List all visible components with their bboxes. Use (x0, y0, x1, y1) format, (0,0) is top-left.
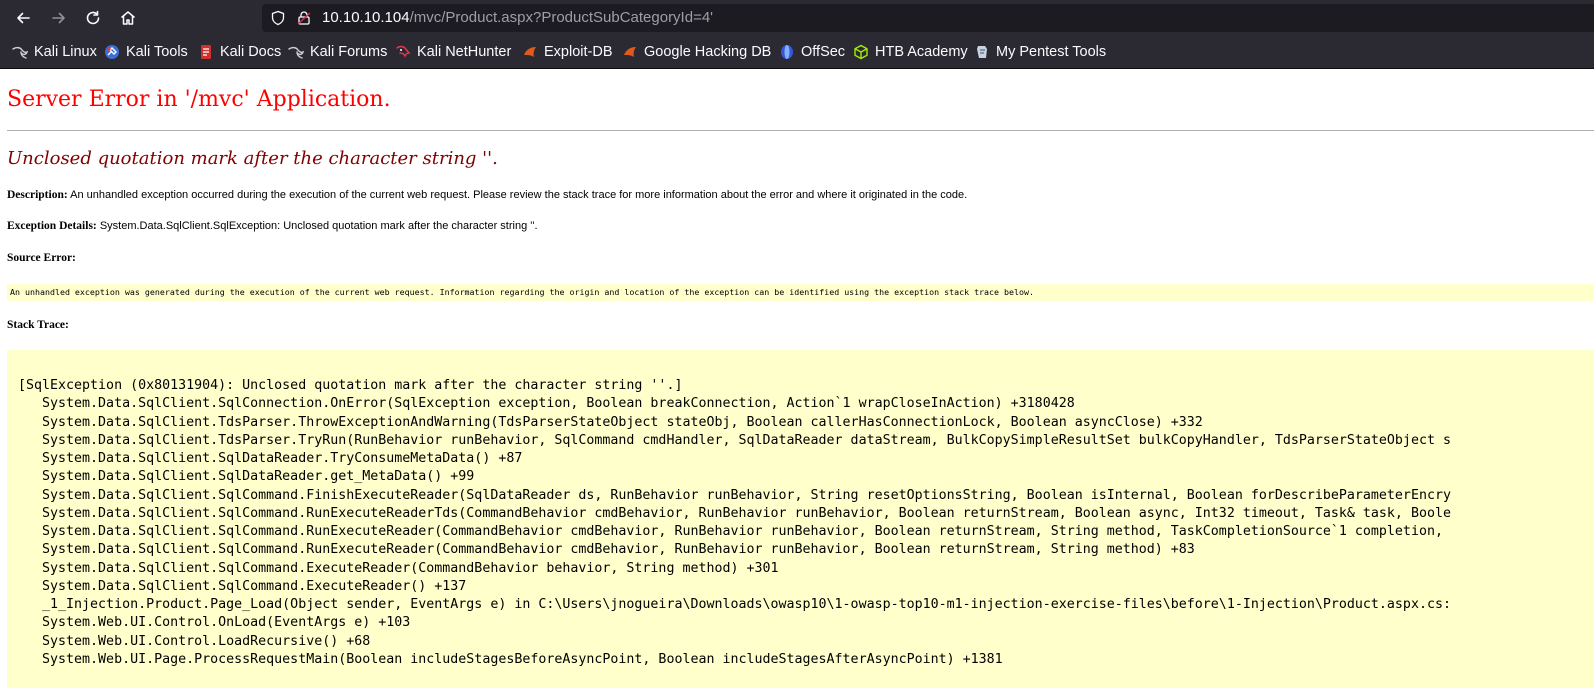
reload-icon (86, 10, 100, 25)
tracking-shield-icon[interactable] (270, 10, 286, 26)
arrow-right-icon (52, 12, 65, 24)
bookmark-offsec[interactable]: OffSec (779, 43, 845, 61)
stack-trace-line: System.Data.SqlClient.TdsParser.TryRun(R… (18, 432, 1451, 448)
kali-dragon-icon (288, 46, 304, 59)
bookmark-label: Kali Tools (126, 44, 188, 60)
bookmark-label: Google Hacking DB (644, 44, 772, 60)
source-error-box: An unhandled exception was generated dur… (7, 284, 1594, 301)
bookmark-label: Kali Forums (310, 44, 388, 60)
bookmark-google-hacking-db[interactable]: Google Hacking DB (622, 43, 771, 61)
htb-cube-icon (854, 44, 868, 60)
bookmark-label: Kali Linux (34, 44, 97, 60)
nethunter-icon (396, 45, 411, 58)
pentest-tools-icon (977, 46, 987, 58)
bookmark-kali-tools[interactable]: Kali Tools (104, 43, 188, 61)
stack-trace-line: System.Data.SqlClient.SqlCommand.RunExec… (18, 505, 1451, 521)
bookmarks-toolbar: Kali Linux Kali Tools Kali Docs Kali For… (0, 36, 1594, 69)
stack-trace-line: System.Data.SqlClient.SqlCommand.Execute… (18, 578, 467, 594)
ghdb-icon (624, 47, 636, 57)
source-error-label: Source Error: (7, 252, 76, 264)
stack-trace-line: System.Data.SqlClient.SqlCommand.RunExec… (18, 542, 1195, 558)
exception-details-text: System.Data.SqlClient.SqlException: Uncl… (96, 220, 538, 232)
bookmark-label: Kali NetHunter (417, 44, 512, 60)
description-paragraph: Description: An unhandled exception occu… (7, 189, 967, 201)
exploit-db-icon (524, 47, 536, 57)
exception-details-paragraph: Exception Details: System.Data.SqlClient… (7, 220, 538, 232)
home-button[interactable] (115, 5, 141, 31)
kali-tools-icon (105, 45, 119, 59)
url-text[interactable]: 10.10.10.104/mvc/Product.aspx?ProductSub… (322, 9, 713, 27)
stack-trace-box: [SqlException (0x80131904): Unclosed quo… (7, 350, 1594, 688)
bookmark-kali-forums[interactable]: Kali Forums (288, 43, 387, 61)
description-label: Description: (7, 189, 68, 201)
address-bar[interactable]: 10.10.10.104/mvc/Product.aspx?ProductSub… (262, 4, 1594, 32)
bookmark-exploit-db[interactable]: Exploit-DB (522, 43, 613, 61)
bookmark-label: My Pentest Tools (996, 44, 1107, 60)
offsec-icon (781, 45, 793, 59)
stack-trace-heading: Stack Trace: (7, 319, 69, 331)
stack-trace-line: [SqlException (0x80131904): Unclosed quo… (18, 378, 683, 393)
bookmark-htb-academy[interactable]: HTB Academy (853, 43, 968, 61)
url-path: /mvc/Product.aspx?ProductSubCategoryId=4… (409, 9, 714, 26)
browser-toolbar: 10.10.10.104/mvc/Product.aspx?ProductSub… (0, 0, 1594, 36)
bookmark-label: OffSec (801, 44, 846, 60)
bookmark-my-pentest-tools[interactable]: My Pentest Tools (974, 43, 1106, 61)
url-host: 10.10.10.104 (322, 9, 410, 26)
arrow-left-icon (17, 12, 30, 24)
stack-trace-line: System.Data.SqlClient.SqlDataReader.TryC… (18, 451, 523, 466)
home-icon (121, 11, 135, 25)
bookmark-label: Exploit-DB (544, 44, 613, 60)
stack-trace-line: System.Data.SqlClient.SqlCommand.Execute… (18, 560, 779, 576)
insecure-lock-icon[interactable] (296, 10, 312, 26)
bookmark-kali-docs[interactable]: Kali Docs (198, 43, 281, 61)
stack-trace-label: Stack Trace: (7, 319, 69, 331)
stack-trace-line: System.Data.SqlClient.SqlCommand.RunExec… (18, 524, 1443, 539)
exception-details-label: Exception Details: (7, 220, 97, 232)
kali-docs-icon (201, 45, 211, 59)
stack-trace-line: _1_Injection.Product.Page_Load(Object se… (18, 597, 1451, 612)
reload-button[interactable] (80, 5, 106, 31)
stack-trace-line: System.Data.SqlClient.SqlDataReader.get_… (18, 469, 475, 485)
stack-trace-line: System.Data.SqlClient.SqlCommand.FinishE… (18, 487, 1451, 503)
bookmark-kali-linux[interactable]: Kali Linux (12, 43, 97, 61)
stack-trace-line: System.Web.UI.Control.OnLoad(EventArgs e… (18, 615, 411, 631)
bookmark-label: Kali Docs (220, 44, 282, 60)
back-button[interactable] (10, 5, 36, 31)
source-error-heading: Source Error: (7, 252, 76, 264)
divider (7, 130, 1594, 131)
stack-trace-line: System.Web.UI.Control.LoadRecursive() +6… (18, 633, 371, 649)
bookmark-label: HTB Academy (875, 44, 968, 60)
stack-trace-line: System.Data.SqlClient.TdsParser.ThrowExc… (18, 414, 1203, 430)
kali-dragon-icon (12, 46, 28, 59)
stack-trace-line: System.Data.SqlClient.SqlConnection.OnEr… (18, 396, 1075, 412)
stack-trace-line: System.Web.UI.Page.ProcessRequestMain(Bo… (18, 651, 1003, 667)
error-title: Server Error in '/mvc' Application. (7, 87, 391, 112)
error-message: Unclosed quotation mark after the charac… (7, 148, 498, 169)
bookmark-kali-nethunter[interactable]: Kali NetHunter (395, 43, 511, 61)
forward-button[interactable] (46, 5, 72, 31)
description-text: An unhandled exception occurred during t… (67, 189, 968, 201)
page-content: Server Error in '/mvc' Application. Uncl… (0, 69, 1594, 688)
